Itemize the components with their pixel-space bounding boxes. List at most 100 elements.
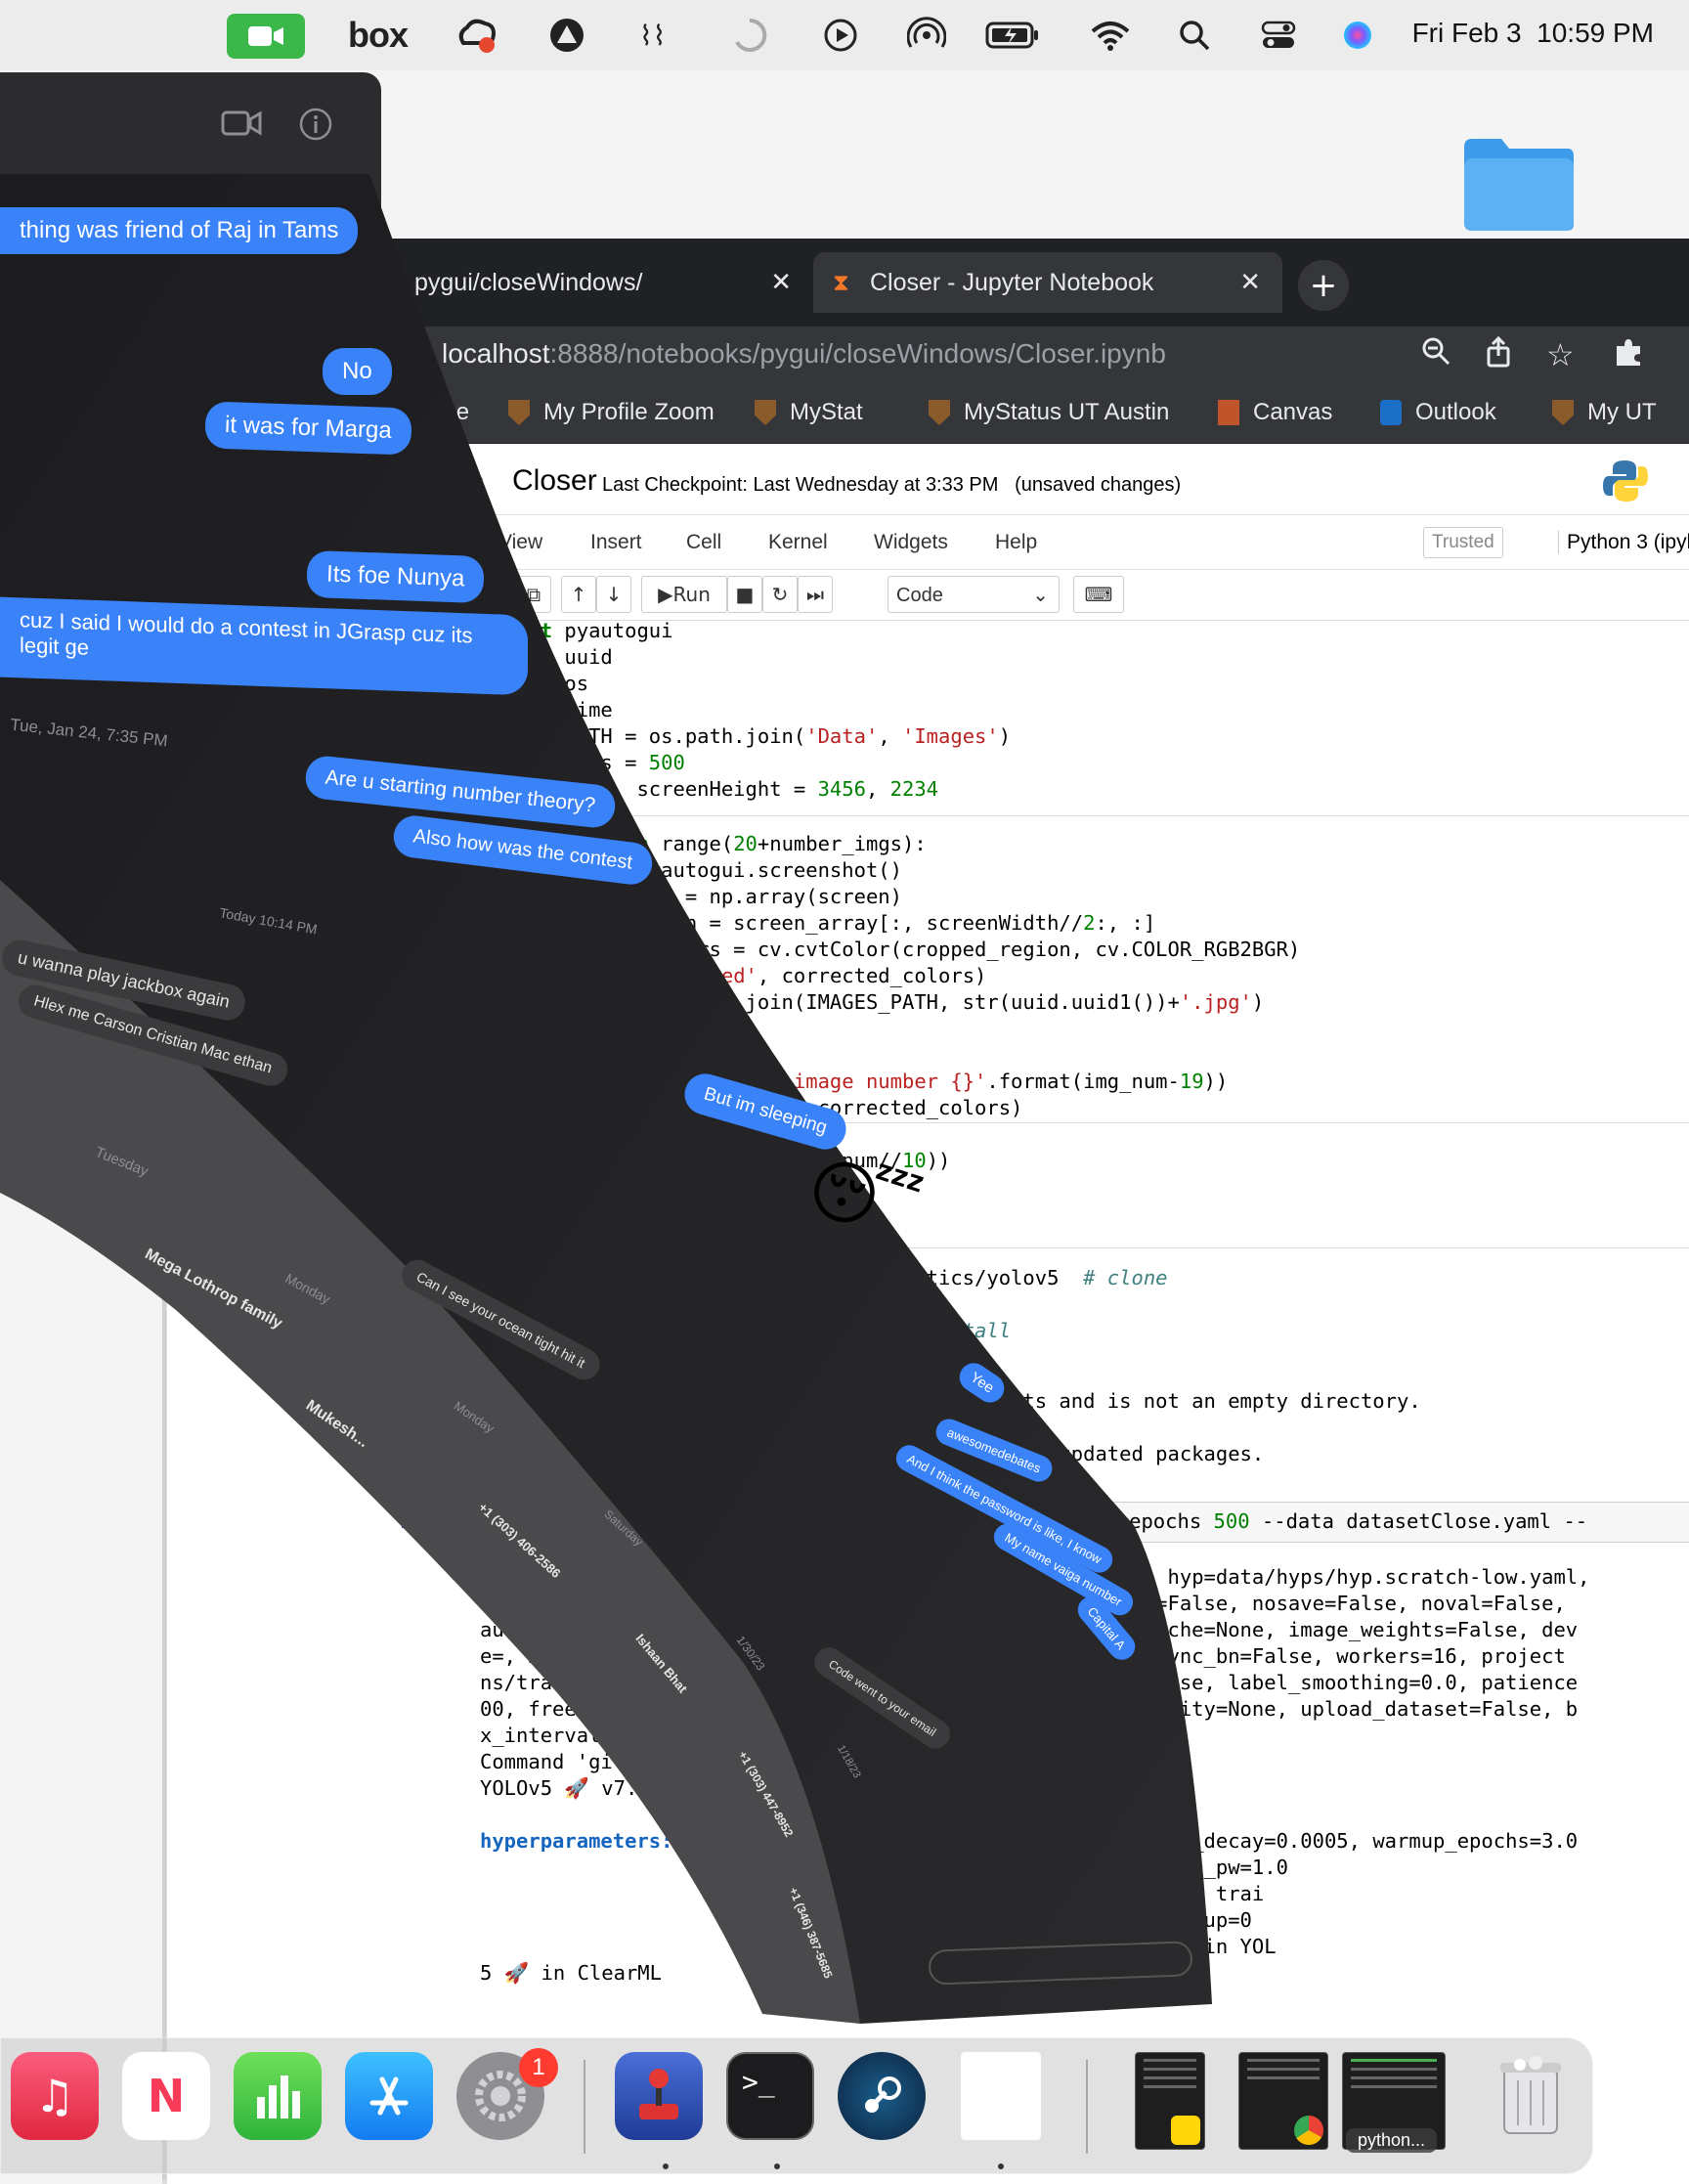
bookmark-canvas[interactable]: Canvas [1218, 399, 1332, 426]
trusted-indicator[interactable]: Trusted [1423, 527, 1503, 558]
notebook-page: import pyautogui import uuid import os i… [166, 619, 1689, 2184]
news-app-icon[interactable]: N [122, 2052, 210, 2140]
play-icon: ▶ [658, 583, 673, 606]
message-bubble-sent[interactable]: Its foe Nunya [306, 549, 486, 604]
cell-divider [470, 1122, 1689, 1123]
move-down-icon[interactable]: ↓ [596, 576, 631, 613]
new-tab-button[interactable]: + [1298, 260, 1349, 311]
cell-output-train: train: weights=yolov5s.pt, cfg=, data=da… [480, 1565, 1590, 1985]
minimized-window-notes[interactable] [1135, 2052, 1205, 2150]
cell-prompt: In [2]: [400, 1509, 483, 1533]
address-bar[interactable]: localhost:8888/notebooks/pygui/closeWind… [371, 327, 1689, 385]
message-timestamp: Tuesday [92, 1143, 152, 1181]
jupyter-logo[interactable]: er [455, 466, 483, 502]
keyboard-icon[interactable]: ⌨ [1073, 576, 1124, 613]
close-tab-icon[interactable]: ✕ [770, 268, 792, 297]
control-center-icon[interactable] [1261, 14, 1296, 57]
cell-type-select[interactable]: Code ⌄ [888, 576, 1060, 613]
share-icon[interactable] [1486, 335, 1511, 374]
tab-jupyter-notebook[interactable]: ⧗ Closer - Jupyter Notebook ✕ [813, 252, 1282, 313]
menu-kernel[interactable]: Kernel [768, 531, 828, 554]
battery-icon[interactable] [985, 14, 1040, 57]
dock-separator [584, 2060, 585, 2154]
wifi-icon[interactable] [1091, 14, 1130, 57]
menu-view[interactable]: View [498, 531, 542, 554]
notes-icon [1171, 2116, 1200, 2145]
restart-icon[interactable]: ↻ [762, 576, 798, 613]
menu-widgets[interactable]: Widgets [874, 531, 948, 554]
bookmark-mystat[interactable]: MyStat [755, 399, 863, 426]
tab-closewindows[interactable]: pygui/closeWindows/ ✕ [371, 252, 813, 313]
message-bubble-sent[interactable]: cuz I said I would do a contest in JGras… [0, 596, 528, 696]
airdrop-icon[interactable] [907, 14, 946, 57]
code-cell-clone[interactable]: !git clone https://github.com/ultralytic… [480, 1265, 1168, 1344]
document-icon[interactable] [961, 2052, 1041, 2140]
tab-bar: pygui/closeWindows/ ✕ ⧗ Closer - Jupyter… [371, 239, 1689, 340]
extensions-puzzle-icon[interactable] [1613, 336, 1644, 374]
airpods-icon[interactable]: ⌇⌇ [639, 14, 666, 57]
ut-shield-icon [1552, 400, 1574, 425]
trash-icon[interactable] [1487, 2052, 1575, 2140]
message-bubble-sent[interactable]: thing was friend of Raj in Tams [0, 207, 359, 254]
siri-icon[interactable] [1341, 14, 1374, 57]
info-icon[interactable] [299, 108, 332, 146]
code-cell-imports[interactable]: import pyautogui import uuid import os i… [480, 618, 1011, 803]
interrupt-icon[interactable]: ■ [727, 576, 762, 613]
running-indicator [663, 2163, 669, 2169]
paste-icon[interactable]: ⧉ [516, 576, 551, 613]
close-tab-icon[interactable]: ✕ [1239, 268, 1261, 297]
bookmark-mystatus-ut-austin[interactable]: MyStatus UT Austin [929, 399, 1169, 426]
music-app-icon[interactable]: ♫ [11, 2052, 99, 2140]
numbers-app-icon[interactable] [234, 2052, 322, 2140]
ut-shield-icon [508, 400, 530, 425]
run-button[interactable]: ▶ Run [641, 576, 727, 613]
menu-cell[interactable]: Cell [686, 531, 721, 554]
notification-badge: 1 [519, 2048, 558, 2087]
search-icon[interactable] [1179, 14, 1210, 57]
facetime-video-icon[interactable] [221, 109, 262, 142]
app-store-icon[interactable] [345, 2052, 433, 2140]
bookmark-my-profile-zoom[interactable]: My Profile Zoom [508, 399, 715, 426]
restart-run-all-icon[interactable]: ⏭ [798, 576, 833, 613]
bookmark-star-icon[interactable]: ☆ [1546, 336, 1575, 373]
facetime-video-icon[interactable] [227, 14, 305, 59]
steam-app-icon[interactable] [838, 2052, 926, 2140]
kernel-indicator: Python 3 (ipyk [1558, 531, 1689, 554]
zoom-out-icon[interactable] [1421, 336, 1451, 372]
cell-divider [470, 1247, 1689, 1248]
message-bubble-sent[interactable]: No [323, 348, 392, 395]
creative-cloud-icon[interactable] [455, 14, 498, 57]
chevron-down-icon: ⌄ [1032, 585, 1049, 606]
move-up-icon[interactable]: ↑ [561, 576, 596, 613]
notebook-title[interactable]: Closer [512, 464, 597, 498]
menu-help[interactable]: Help [995, 531, 1037, 554]
menu-bar-clock[interactable]: Fri Feb 3 10:59 PM [1412, 18, 1654, 49]
minimized-window-chrome[interactable] [1238, 2052, 1328, 2150]
joystick-app-icon[interactable] [615, 2052, 703, 2140]
message-bubble-sent[interactable]: it was for Marga [204, 401, 412, 456]
outlook-icon [1380, 400, 1402, 425]
jupyter-menubar: View Insert Cell Kernel Widgets Help Tru… [371, 515, 1689, 570]
running-indicator [774, 2163, 780, 2169]
bookmark-my-ut[interactable]: My UT [1552, 399, 1657, 426]
terminal-app-icon[interactable]: >_ [726, 2052, 814, 2140]
box-icon[interactable]: box [348, 14, 409, 57]
chrome-browser-window: pygui/closeWindows/ ✕ ⧗ Closer - Jupyter… [162, 239, 1689, 2184]
play-icon[interactable] [823, 14, 858, 57]
checkpoint-status: Last Checkpoint: Last Wednesday at 3:33 … [602, 474, 1182, 496]
bookmark-outlook[interactable]: Outlook [1380, 399, 1496, 426]
desktop-folder-icon[interactable] [1460, 133, 1578, 233]
ut-shield-icon [755, 400, 776, 425]
menu-insert[interactable]: Insert [590, 531, 642, 554]
tab-title: Closer - Jupyter Notebook [870, 268, 1154, 296]
vpn-icon[interactable] [547, 14, 586, 57]
minimized-window-label: python... [1346, 2128, 1438, 2153]
running-indicator [998, 2163, 1004, 2169]
bookmarks-bar: ube My Profile Zoom MyStat MyStatus UT A… [371, 385, 1689, 444]
url-text[interactable]: localhost:8888/notebooks/pygui/closeWind… [442, 338, 1166, 370]
loading-icon[interactable] [731, 14, 768, 57]
tab-title: pygui/closeWindows/ [414, 268, 643, 296]
message-timestamp: Tue, Jan 24, 7:35 PM [9, 715, 169, 751]
canvas-icon [1218, 400, 1239, 425]
bookmark-youtube[interactable]: ube [430, 399, 469, 426]
